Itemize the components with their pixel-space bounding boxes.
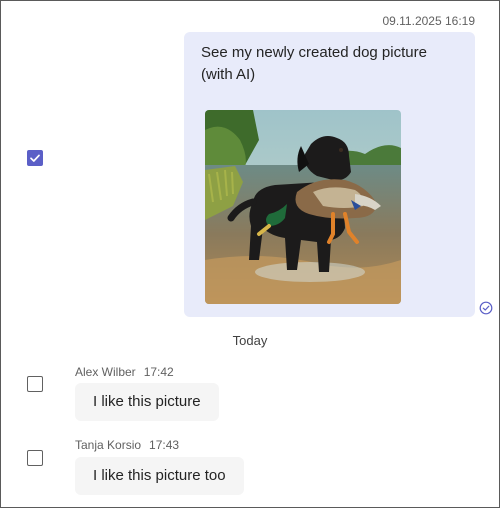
- sent-message-timestamp: 09.11.2025 16:19: [382, 14, 475, 28]
- chat-selection-window: 09.11.2025 16:19 See my newly created do…: [0, 0, 500, 508]
- select-message-checkbox[interactable]: [27, 450, 43, 466]
- select-message-checkbox[interactable]: [27, 376, 43, 392]
- message-author: Tanja Korsio: [75, 438, 142, 452]
- message-author: Alex Wilber: [75, 365, 136, 379]
- message-meta: Alex Wilber 17:42: [75, 365, 174, 379]
- message-meta: Tanja Korsio 17:43: [75, 438, 179, 452]
- received-message-bubble[interactable]: I like this picture too: [75, 457, 244, 495]
- sent-message-text: See my newly created dog picture (with A…: [201, 44, 427, 83]
- read-receipt-icon: [479, 301, 493, 315]
- date-divider: Today: [232, 333, 268, 348]
- message-time: 17:43: [149, 438, 180, 452]
- select-sent-message-checkbox[interactable]: [27, 150, 43, 166]
- dog-picture[interactable]: [205, 110, 401, 304]
- dog-with-duck-image: [205, 110, 401, 304]
- checkmark-icon: [30, 154, 40, 162]
- message-time: 17:42: [143, 365, 174, 379]
- received-message-bubble[interactable]: I like this picture: [75, 383, 219, 421]
- sent-message-bubble[interactable]: See my newly created dog picture (with A…: [184, 32, 475, 317]
